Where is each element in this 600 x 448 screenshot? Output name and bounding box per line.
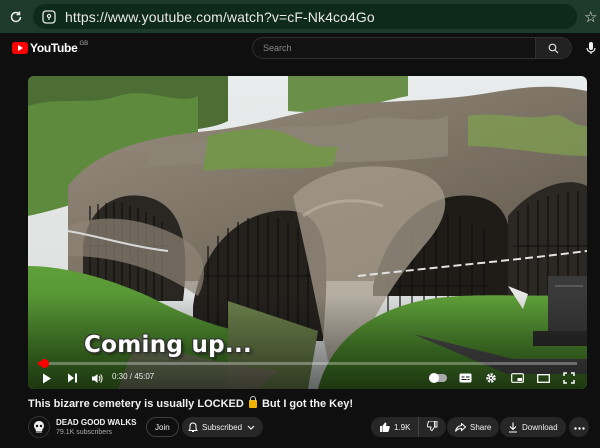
autoplay-toggle[interactable] [428,371,448,385]
subscribed-label: Subscribed [202,422,243,432]
scrubber-handle[interactable] [39,359,49,368]
chevron-down-icon [247,423,255,432]
more-actions-button[interactable] [569,417,589,437]
download-label: Download [522,422,558,432]
join-button[interactable]: Join [146,417,179,437]
theater-mode-button[interactable] [536,371,550,385]
search-button[interactable] [535,38,571,58]
logo-text: YouTube [30,41,78,55]
settings-button[interactable] [484,371,498,385]
video-title-text-end: But I got the Key! [261,398,353,410]
bookmark-star-icon[interactable]: ☆ [584,8,597,26]
microphone-icon[interactable] [584,41,598,55]
more-horizontal-icon [573,423,585,432]
download-icon [508,422,518,433]
youtube-play-logo-icon [12,42,28,54]
share-label: Share [470,422,492,432]
search-icon [548,43,559,53]
youtube-logo[interactable]: YouTube GB [12,41,88,55]
fullscreen-icon [563,372,575,384]
miniplayer-icon [510,373,524,383]
video-caption-overlay: Coming up... [84,332,253,358]
subtitles-icon [459,373,471,383]
browser-toolbar: https://www.youtube.com/watch?v=cF-Nk4co… [0,0,600,33]
lock-emoji-icon [248,396,257,408]
autoplay-track [429,373,447,383]
gear-icon [486,373,496,383]
fullscreen-button[interactable] [562,371,576,385]
video-title-text: This bizarre cemetery is usually LOCKED [28,398,244,410]
address-bar[interactable]: https://www.youtube.com/watch?v=cF-Nk4co… [33,4,577,29]
video-player[interactable]: Coming up... 0:30 / 45:07 [28,76,587,389]
subscriber-count: 79.1K subscribers [56,429,113,436]
subscribed-button[interactable]: Subscribed [182,417,264,437]
miniplayer-button[interactable] [510,371,524,385]
volume-icon [92,373,103,383]
skull-logo-icon [34,421,44,433]
search-box [252,37,572,59]
play-button[interactable] [40,371,54,385]
theater-mode-icon [536,373,550,383]
like-count: 1.9K [394,422,411,432]
channel-avatar[interactable] [28,416,50,438]
subtitles-button[interactable] [458,371,472,385]
play-icon [43,373,51,383]
like-button[interactable]: 1.9K [371,417,420,437]
thumbs-down-icon [427,420,438,433]
bell-icon [188,421,198,433]
url-text[interactable]: https://www.youtube.com/watch?v=cF-Nk4co… [65,9,375,25]
download-button[interactable]: Download [500,417,566,437]
site-info-icon[interactable] [41,9,57,25]
time-display: 0:30 / 45:07 [112,372,155,381]
share-button[interactable]: Share [447,417,500,437]
mute-button[interactable] [90,371,104,385]
skip-next-icon [67,373,77,383]
search-input[interactable] [253,38,535,58]
channel-name[interactable]: DEAD GOOD WALKS [56,418,136,427]
reload-icon[interactable] [5,6,27,28]
country-code: GB [79,41,89,47]
dislike-button[interactable] [419,417,446,437]
youtube-header: YouTube GB [0,33,600,63]
join-label: Join [155,422,170,432]
thumbs-up-icon [379,422,390,432]
video-title: This bizarre cemetery is usually LOCKED … [28,396,353,410]
share-arrow-icon [455,422,466,432]
progress-bar[interactable] [38,359,577,368]
next-video-button[interactable] [65,371,79,385]
autoplay-knob [429,373,439,383]
like-dislike-group: 1.9K [371,417,447,437]
